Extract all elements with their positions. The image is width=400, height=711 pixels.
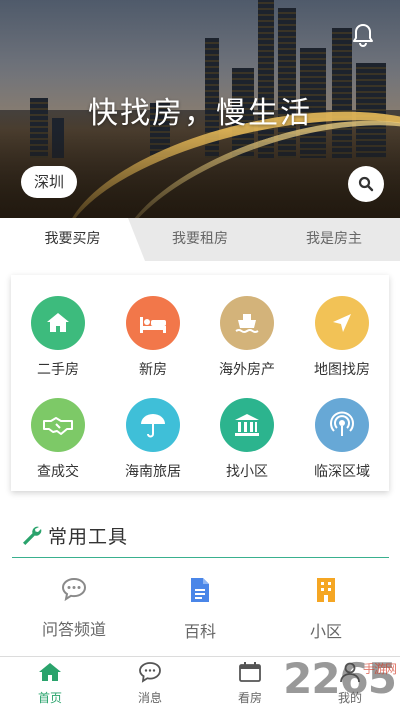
grid-item-map-search[interactable]: 地图找房 <box>295 296 389 379</box>
wrench-icon <box>23 526 42 545</box>
chat-bubble-icon <box>61 577 87 602</box>
calendar-icon <box>239 662 261 682</box>
bed-icon <box>126 296 180 350</box>
hero-slogan: 快找房，慢生活 <box>88 96 312 131</box>
home-icon <box>31 296 85 350</box>
tools-header: 常用工具 <box>20 522 128 548</box>
watermark-logo: 2265 手游网 <box>283 654 397 703</box>
search-icon <box>358 176 374 192</box>
search-button[interactable] <box>348 166 384 202</box>
tool-label: 问答频道 <box>41 620 106 639</box>
grid-item-transactions[interactable]: 查成交 <box>11 398 105 481</box>
grid-item-label: 查成交 <box>37 464 79 480</box>
grid-item-hainan[interactable]: 海南旅居 <box>106 398 200 481</box>
grid-item-label: 海外房产 <box>219 362 275 378</box>
bell-icon[interactable] <box>350 22 376 48</box>
message-icon <box>139 662 161 683</box>
handshake-icon <box>31 398 85 452</box>
nav-item-viewings[interactable]: 看房 <box>210 661 290 706</box>
tools-title: 常用工具 <box>48 525 129 548</box>
hero-banner: 快找房，慢生活 深圳 <box>0 0 400 218</box>
grid-item-overseas[interactable]: 海外房产 <box>200 296 294 379</box>
grid-item-nearby-area[interactable]: 临深区域 <box>295 398 389 481</box>
tool-item-encyclopedia[interactable]: 百科 <box>140 576 260 642</box>
grid-item-second-hand[interactable]: 二手房 <box>11 296 105 379</box>
tool-label: 小区 <box>309 622 342 641</box>
grid-item-label: 海南旅居 <box>125 464 181 480</box>
building-icon <box>220 398 274 452</box>
tools-divider <box>12 557 389 558</box>
grid-item-label: 临深区域 <box>314 464 370 480</box>
tab-rent[interactable]: 我要租房 <box>135 218 265 261</box>
nav-item-messages[interactable]: 消息 <box>110 661 190 706</box>
document-icon <box>191 578 209 602</box>
tool-item-qa[interactable]: 问答频道 <box>14 576 134 640</box>
tool-item-community[interactable]: 小区 <box>266 576 386 642</box>
listing-type-tabs: 我要买房 我要租房 我是房主 <box>0 218 400 261</box>
nav-item-label: 看房 <box>237 691 262 705</box>
grid-item-new-home[interactable]: 新房 <box>106 296 200 379</box>
category-grid: 二手房 新房 海外房产 地图找房 查成交 海南旅居 找小区 临深区域 <box>11 275 389 491</box>
city-selector-button[interactable]: 深圳 <box>21 166 77 198</box>
home-icon <box>39 663 61 681</box>
tab-owner[interactable]: 我是房主 <box>268 218 400 261</box>
nav-item-home[interactable]: 首页 <box>10 661 90 706</box>
grid-item-community[interactable]: 找小区 <box>200 398 294 481</box>
broadcast-icon <box>315 398 369 452</box>
umbrella-icon <box>126 398 180 452</box>
nav-item-label: 消息 <box>137 691 162 705</box>
grid-item-label: 地图找房 <box>314 362 370 378</box>
nav-item-label: 首页 <box>37 691 62 705</box>
grid-item-label: 新房 <box>139 362 167 378</box>
navigation-arrow-icon <box>315 296 369 350</box>
ship-icon <box>220 296 274 350</box>
grid-item-label: 二手房 <box>37 362 79 378</box>
tool-label: 百科 <box>183 622 216 641</box>
grid-item-label: 找小区 <box>226 464 268 480</box>
apartment-icon <box>317 578 335 602</box>
tab-buy[interactable]: 我要买房 <box>0 218 145 261</box>
